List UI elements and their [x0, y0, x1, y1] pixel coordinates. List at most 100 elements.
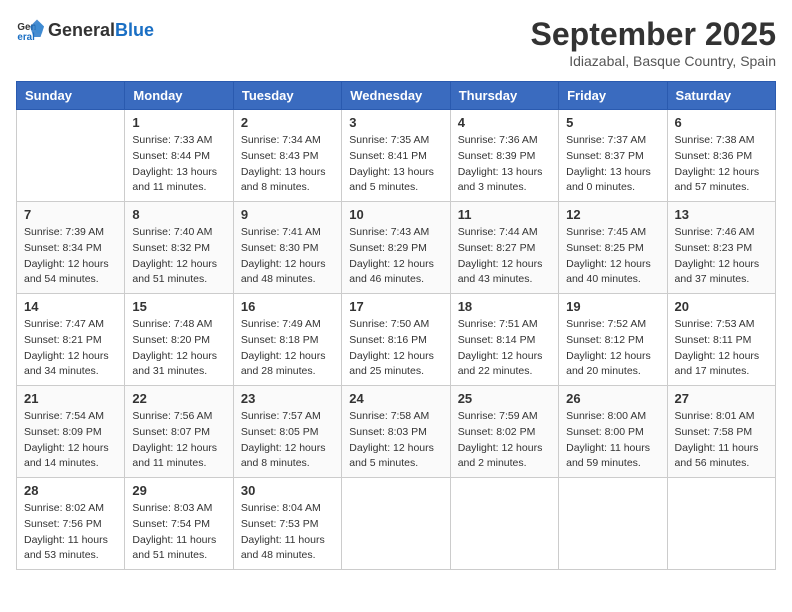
calendar-cell: 27 Sunrise: 8:01 AMSunset: 7:58 PMDayligh… — [667, 386, 775, 478]
day-info: Sunrise: 7:53 AMSunset: 8:11 PMDaylight:… — [675, 317, 768, 380]
day-info: Sunrise: 7:43 AMSunset: 8:29 PMDaylight:… — [349, 225, 442, 288]
day-info: Sunrise: 7:41 AMSunset: 8:30 PMDaylight:… — [241, 225, 334, 288]
calendar-cell: 22 Sunrise: 7:56 AMSunset: 8:07 PMDayligh… — [125, 386, 233, 478]
day-info: Sunrise: 8:01 AMSunset: 7:58 PMDaylight:… — [675, 409, 768, 472]
day-number: 10 — [349, 207, 442, 222]
weekday-header-tuesday: Tuesday — [233, 82, 341, 110]
day-number: 23 — [241, 391, 334, 406]
day-info: Sunrise: 7:33 AMSunset: 8:44 PMDaylight:… — [132, 133, 225, 196]
day-info: Sunrise: 7:59 AMSunset: 8:02 PMDaylight:… — [458, 409, 551, 472]
day-info: Sunrise: 7:47 AMSunset: 8:21 PMDaylight:… — [24, 317, 117, 380]
day-number: 3 — [349, 115, 442, 130]
day-info: Sunrise: 7:39 AMSunset: 8:34 PMDaylight:… — [24, 225, 117, 288]
day-number: 8 — [132, 207, 225, 222]
day-info: Sunrise: 7:49 AMSunset: 8:18 PMDaylight:… — [241, 317, 334, 380]
calendar-cell: 25 Sunrise: 7:59 AMSunset: 8:02 PMDayligh… — [450, 386, 558, 478]
calendar-cell: 21 Sunrise: 7:54 AMSunset: 8:09 PMDayligh… — [17, 386, 125, 478]
day-number: 6 — [675, 115, 768, 130]
day-number: 25 — [458, 391, 551, 406]
day-number: 21 — [24, 391, 117, 406]
logo-text: GeneralBlue — [48, 20, 154, 41]
day-number: 29 — [132, 483, 225, 498]
day-info: Sunrise: 7:45 AMSunset: 8:25 PMDaylight:… — [566, 225, 659, 288]
calendar-cell — [342, 478, 450, 570]
calendar-cell — [667, 478, 775, 570]
day-info: Sunrise: 7:44 AMSunset: 8:27 PMDaylight:… — [458, 225, 551, 288]
calendar-cell: 9Sunrise: 7:41 AMSunset: 8:30 PMDaylight… — [233, 202, 341, 294]
day-info: Sunrise: 7:46 AMSunset: 8:23 PMDaylight:… — [675, 225, 768, 288]
day-number: 7 — [24, 207, 117, 222]
calendar-cell: 30 Sunrise: 8:04 AMSunset: 7:53 PMDayligh… — [233, 478, 341, 570]
weekday-header-monday: Monday — [125, 82, 233, 110]
day-number: 14 — [24, 299, 117, 314]
calendar-week-5: 28 Sunrise: 8:02 AMSunset: 7:56 PMDayligh… — [17, 478, 776, 570]
day-info: Sunrise: 7:34 AMSunset: 8:43 PMDaylight:… — [241, 133, 334, 196]
day-number: 28 — [24, 483, 117, 498]
calendar-week-4: 21 Sunrise: 7:54 AMSunset: 8:09 PMDayligh… — [17, 386, 776, 478]
day-number: 19 — [566, 299, 659, 314]
weekday-header-thursday: Thursday — [450, 82, 558, 110]
day-number: 22 — [132, 391, 225, 406]
day-info: Sunrise: 7:54 AMSunset: 8:09 PMDaylight:… — [24, 409, 117, 472]
day-number: 20 — [675, 299, 768, 314]
calendar-cell: 7 Sunrise: 7:39 AMSunset: 8:34 PMDaylight… — [17, 202, 125, 294]
day-info: Sunrise: 7:57 AMSunset: 8:05 PMDaylight:… — [241, 409, 334, 472]
calendar-cell: 17Sunrise: 7:50 AMSunset: 8:16 PMDayligh… — [342, 294, 450, 386]
day-number: 4 — [458, 115, 551, 130]
logo-blue: Blue — [115, 20, 154, 40]
calendar-cell: 8 Sunrise: 7:40 AMSunset: 8:32 PMDaylight… — [125, 202, 233, 294]
location-title: Idiazabal, Basque Country, Spain — [531, 53, 776, 69]
day-number: 17 — [349, 299, 442, 314]
day-number: 5 — [566, 115, 659, 130]
logo: Gen eral GeneralBlue — [16, 16, 154, 44]
day-info: Sunrise: 7:38 AMSunset: 8:36 PMDaylight:… — [675, 133, 768, 196]
calendar-cell: 3 Sunrise: 7:35 AMSunset: 8:41 PMDaylight… — [342, 110, 450, 202]
day-number: 18 — [458, 299, 551, 314]
day-number: 26 — [566, 391, 659, 406]
day-info: Sunrise: 7:56 AMSunset: 8:07 PMDaylight:… — [132, 409, 225, 472]
day-info: Sunrise: 8:03 AMSunset: 7:54 PMDaylight:… — [132, 501, 225, 564]
calendar-cell: 13 Sunrise: 7:46 AMSunset: 8:23 PMDayligh… — [667, 202, 775, 294]
calendar-cell: 5 Sunrise: 7:37 AMSunset: 8:37 PMDaylight… — [559, 110, 667, 202]
weekday-header-saturday: Saturday — [667, 82, 775, 110]
calendar-cell: 19Sunrise: 7:52 AMSunset: 8:12 PMDayligh… — [559, 294, 667, 386]
calendar-cell: 10 Sunrise: 7:43 AMSunset: 8:29 PMDayligh… — [342, 202, 450, 294]
day-number: 15 — [132, 299, 225, 314]
title-area: September 2025 Idiazabal, Basque Country… — [531, 16, 776, 69]
day-info: Sunrise: 7:48 AMSunset: 8:20 PMDaylight:… — [132, 317, 225, 380]
logo-icon: Gen eral — [16, 16, 44, 44]
calendar-cell: 29 Sunrise: 8:03 AMSunset: 7:54 PMDayligh… — [125, 478, 233, 570]
calendar-cell: 11Sunrise: 7:44 AMSunset: 8:27 PMDayligh… — [450, 202, 558, 294]
logo-general: General — [48, 20, 115, 40]
day-info: Sunrise: 7:37 AMSunset: 8:37 PMDaylight:… — [566, 133, 659, 196]
day-info: Sunrise: 8:02 AMSunset: 7:56 PMDaylight:… — [24, 501, 117, 564]
day-number: 16 — [241, 299, 334, 314]
calendar-cell: 6 Sunrise: 7:38 AMSunset: 8:36 PMDaylight… — [667, 110, 775, 202]
calendar-cell — [17, 110, 125, 202]
calendar-cell — [450, 478, 558, 570]
day-info: Sunrise: 8:00 AMSunset: 8:00 PMDaylight:… — [566, 409, 659, 472]
day-number: 12 — [566, 207, 659, 222]
calendar-cell: 14 Sunrise: 7:47 AMSunset: 8:21 PMDayligh… — [17, 294, 125, 386]
calendar-cell: 15 Sunrise: 7:48 AMSunset: 8:20 PMDayligh… — [125, 294, 233, 386]
calendar-cell: 20 Sunrise: 7:53 AMSunset: 8:11 PMDayligh… — [667, 294, 775, 386]
calendar-cell — [559, 478, 667, 570]
page-header: Gen eral GeneralBlue September 2025 Idia… — [16, 16, 776, 69]
day-info: Sunrise: 7:35 AMSunset: 8:41 PMDaylight:… — [349, 133, 442, 196]
calendar-cell: 12 Sunrise: 7:45 AMSunset: 8:25 PMDayligh… — [559, 202, 667, 294]
calendar-header-row: SundayMondayTuesdayWednesdayThursdayFrid… — [17, 82, 776, 110]
day-info: Sunrise: 8:04 AMSunset: 7:53 PMDaylight:… — [241, 501, 334, 564]
weekday-header-sunday: Sunday — [17, 82, 125, 110]
day-info: Sunrise: 7:51 AMSunset: 8:14 PMDaylight:… — [458, 317, 551, 380]
day-info: Sunrise: 7:58 AMSunset: 8:03 PMDaylight:… — [349, 409, 442, 472]
calendar-cell: 2Sunrise: 7:34 AMSunset: 8:43 PMDaylight… — [233, 110, 341, 202]
calendar-cell: 26 Sunrise: 8:00 AMSunset: 8:00 PMDayligh… — [559, 386, 667, 478]
day-number: 30 — [241, 483, 334, 498]
day-number: 13 — [675, 207, 768, 222]
day-number: 27 — [675, 391, 768, 406]
day-number: 24 — [349, 391, 442, 406]
day-number: 1 — [132, 115, 225, 130]
calendar-week-1: 1 Sunrise: 7:33 AMSunset: 8:44 PMDaylight… — [17, 110, 776, 202]
day-info: Sunrise: 7:40 AMSunset: 8:32 PMDaylight:… — [132, 225, 225, 288]
calendar-cell: 16 Sunrise: 7:49 AMSunset: 8:18 PMDayligh… — [233, 294, 341, 386]
